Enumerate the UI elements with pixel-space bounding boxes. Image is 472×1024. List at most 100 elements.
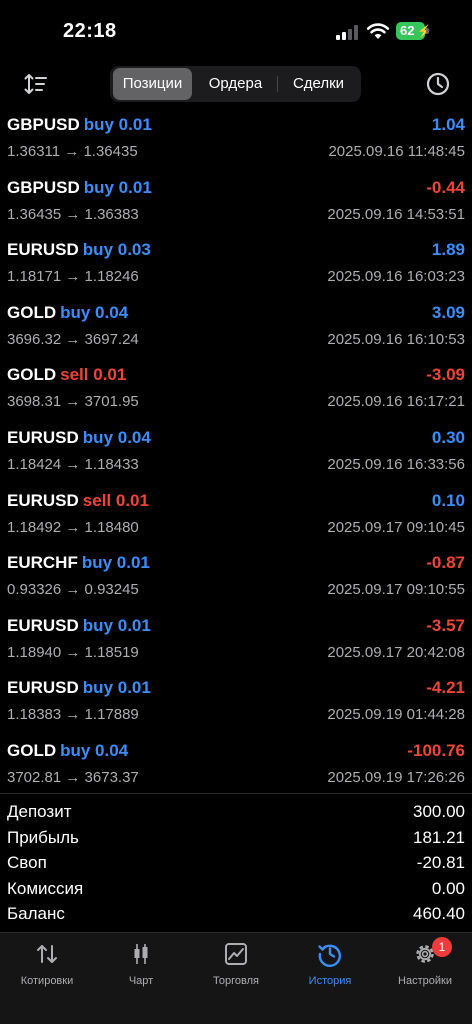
tab-quotes-label: Котировки <box>20 975 74 987</box>
tab-trade-label: Торговля <box>213 975 259 987</box>
tab-settings-label: Настройки <box>398 975 452 987</box>
trade-symbol-line: GOLD sell 0.01 <box>7 365 126 385</box>
trade-direction-volume: buy 0.01 <box>82 678 151 698</box>
trade-row[interactable]: EURUSD buy 0.04 0.30 1.18424 → 1.18433 2025.… <box>0 422 472 485</box>
tab-settings[interactable]: 1 Настройки <box>378 937 472 1001</box>
arrows-updown-icon <box>37 945 57 963</box>
trade-time: 2025.09.17 09:10:55 <box>327 581 465 599</box>
trade-row[interactable]: GBPUSD buy 0.01 1.04 1.36311 → 1.36435 2025.… <box>0 109 472 172</box>
summary-value: 181.21 <box>413 827 465 847</box>
top-bar: Позиции Ордера Сделки <box>0 66 472 102</box>
tab-bar: Котировки Чарт Торговля История 1 Настро… <box>0 932 472 1024</box>
trade-symbol: GOLD <box>7 740 57 760</box>
trade-time: 2025.09.17 09:10:45 <box>327 518 465 536</box>
charging-bolt-icon: ⚡ <box>417 24 432 38</box>
trade-symbol-line: EURUSD buy 0.01 <box>7 616 151 636</box>
trade-row[interactable]: EURCHF buy 0.01 -0.87 0.93326 → 0.93245 2025… <box>0 547 472 610</box>
trade-symbol-line: EURCHF buy 0.01 <box>7 553 150 573</box>
summary-row: Прибыль 181.21 <box>0 826 472 852</box>
summary-label: Прибыль <box>7 827 79 847</box>
trade-prices: 3696.32 → 3697.24 <box>7 330 139 348</box>
trade-row[interactable]: EURUSD sell 0.01 0.10 1.18492 → 1.18480 2025… <box>0 485 472 548</box>
tab-deals[interactable]: Сделки <box>278 68 359 100</box>
summary-row: Комиссия 0.00 <box>0 877 472 903</box>
trade-profit: -3.09 <box>426 365 465 385</box>
trades-list: GBPUSD buy 0.01 1.04 1.36311 → 1.36435 2025.… <box>0 109 472 798</box>
trade-profit: -0.87 <box>426 553 465 573</box>
summary-value: 300.00 <box>413 802 465 821</box>
candlestick-icon <box>134 944 148 964</box>
summary-row: Депозит 300.00 <box>0 800 472 826</box>
trade-prices: 1.18424 → 1.18433 <box>7 455 139 473</box>
sort-icon[interactable] <box>22 70 50 98</box>
tab-orders[interactable]: Ордера <box>195 68 276 100</box>
trade-symbol: GBPUSD <box>7 177 80 197</box>
tab-trade[interactable]: Торговля <box>189 941 283 1001</box>
status-time: 22:18 <box>63 20 117 42</box>
trade-symbol-line: EURUSD sell 0.01 <box>7 491 149 511</box>
trade-time: 2025.09.16 16:33:56 <box>327 455 465 473</box>
battery-level: 62 <box>400 23 415 38</box>
trade-direction-volume: sell 0.01 <box>82 490 149 510</box>
trade-symbol: GOLD <box>7 365 57 385</box>
summary-label: Депозит <box>7 802 72 821</box>
summary-value: 460.40 <box>413 904 465 924</box>
trade-row[interactable]: EURUSD buy 0.03 1.89 1.18171 → 1.18246 2025.… <box>0 234 472 297</box>
trade-symbol: GBPUSD <box>7 115 80 134</box>
tab-history[interactable]: История <box>283 941 377 1001</box>
summary-label: Баланс <box>7 904 65 924</box>
trade-prices: 0.93326 → 0.93245 <box>7 581 139 599</box>
status-bar: 22:18 62 ⚡ <box>0 0 472 60</box>
summary-row: Баланс 460.40 <box>0 902 472 928</box>
trade-row[interactable]: GOLD buy 0.04 -100.76 3702.81 → 3673.37 2025… <box>0 735 472 798</box>
line-chart-icon <box>225 943 247 965</box>
trade-symbol: EURUSD <box>7 490 79 510</box>
battery-icon: 62 ⚡ <box>396 22 432 40</box>
wifi-icon <box>366 23 390 39</box>
account-summary: Депозит 300.00 Прибыль 181.21 Своп -20.81 Коми… <box>0 800 472 928</box>
trade-profit: -4.21 <box>426 678 465 698</box>
trade-symbol-line: GOLD buy 0.04 <box>7 741 128 761</box>
trade-time: 2025.09.16 11:48:45 <box>328 143 465 160</box>
trade-symbol-line: EURUSD buy 0.03 <box>7 240 151 260</box>
trade-profit: 3.09 <box>431 302 465 322</box>
trade-profit: 1.89 <box>431 240 465 260</box>
trade-profit: 0.30 <box>431 427 465 447</box>
trade-symbol-line: GBPUSD buy 0.01 <box>7 115 152 135</box>
trade-prices: 1.18492 → 1.18480 <box>7 518 139 536</box>
trade-symbol: GOLD <box>7 302 57 322</box>
trade-row[interactable]: GOLD buy 0.04 3.09 3696.32 → 3697.24 2025.09… <box>0 297 472 360</box>
trade-row[interactable]: EURUSD buy 0.01 -3.57 1.18940 → 1.18519 2025… <box>0 610 472 673</box>
tab-history-label: История <box>308 975 352 987</box>
trade-row[interactable]: GOLD sell 0.01 -3.09 3698.31 → 3701.95 2025.… <box>0 359 472 422</box>
trade-time: 2025.09.19 01:44:28 <box>327 706 465 724</box>
trade-time: 2025.09.16 16:10:53 <box>327 330 465 348</box>
cellular-signal-icon <box>336 24 360 40</box>
trade-direction-volume: buy 0.01 <box>82 615 151 635</box>
segmented-control: Позиции Ордера Сделки <box>110 66 361 102</box>
trade-symbol: EURUSD <box>7 427 79 447</box>
trade-time: 2025.09.16 16:03:23 <box>327 268 465 286</box>
trade-row[interactable]: GBPUSD buy 0.01 -0.44 1.36435 → 1.36383 2025… <box>0 172 472 235</box>
trade-direction-volume: buy 0.01 <box>83 115 152 134</box>
trade-symbol-line: EURUSD buy 0.04 <box>7 428 151 448</box>
trade-row[interactable]: EURUSD buy 0.01 -4.21 1.18383 → 1.17889 2025… <box>0 672 472 735</box>
tab-positions[interactable]: Позиции <box>113 68 192 100</box>
summary-row: Своп -20.81 <box>0 851 472 877</box>
tab-chart[interactable]: Чарт <box>94 941 188 1001</box>
summary-label: Своп <box>7 853 47 873</box>
clock-icon[interactable] <box>424 70 452 98</box>
trade-symbol: EURCHF <box>7 553 78 573</box>
trade-symbol: EURUSD <box>7 678 79 698</box>
history-icon <box>318 944 342 967</box>
trade-symbol-line: GBPUSD buy 0.01 <box>7 178 152 198</box>
tab-quotes[interactable]: Котировки <box>0 941 94 1001</box>
trade-direction-volume: buy 0.01 <box>83 177 152 197</box>
trade-prices: 1.18171 → 1.18246 <box>7 268 139 286</box>
trade-prices: 1.18940 → 1.18519 <box>7 643 139 661</box>
trade-time: 2025.09.19 17:26:26 <box>327 768 465 786</box>
trade-prices: 1.36311 → 1.36435 <box>7 143 138 160</box>
trade-symbol-line: GOLD buy 0.04 <box>7 303 128 323</box>
trade-profit: 0.10 <box>431 490 465 510</box>
trade-prices: 1.36435 → 1.36383 <box>7 205 139 223</box>
